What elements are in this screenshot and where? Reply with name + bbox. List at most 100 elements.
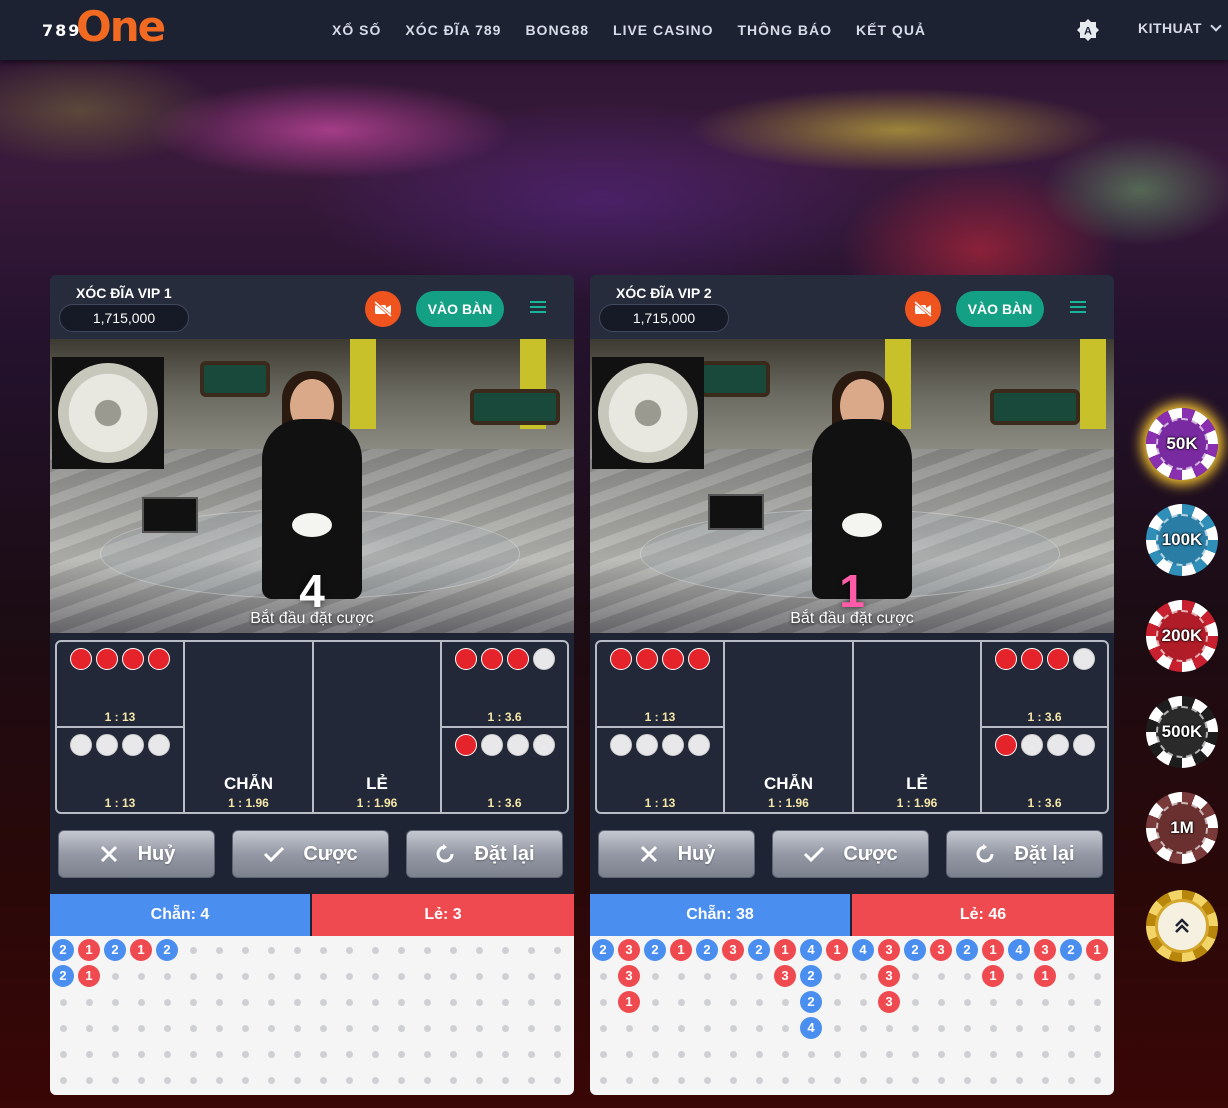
- live-video-stream: 1 Bắt đầu đặt cược: [590, 339, 1114, 633]
- cancel-button[interactable]: Huỷ: [58, 830, 215, 878]
- main-nav: XỔ SỐ XÓC ĐĨA 789 BONG88 LIVE CASINO THÔ…: [320, 0, 938, 60]
- road-empty-slot: [527, 1024, 535, 1032]
- bet-four-white[interactable]: 1 : 13: [597, 728, 725, 812]
- road-empty-slot: [267, 1076, 275, 1084]
- road-empty-slot: [989, 1050, 997, 1058]
- road-result-blue: 2: [904, 939, 926, 961]
- camera-toggle-button[interactable]: [905, 291, 941, 327]
- road-empty-slot: [215, 946, 223, 954]
- chip-value: 1M: [1156, 802, 1208, 854]
- road-empty-slot: [501, 1050, 509, 1058]
- road-result-red: 3: [878, 991, 900, 1013]
- place-bet-button[interactable]: Cược: [772, 830, 929, 878]
- road-empty-slot: [371, 1076, 379, 1084]
- road-empty-slot: [911, 972, 919, 980]
- nav-xo-so[interactable]: XỔ SỐ: [332, 22, 381, 38]
- scroll-top-button[interactable]: [1146, 890, 1218, 962]
- road-empty-slot: [137, 1076, 145, 1084]
- chip-50k[interactable]: 50K: [1146, 408, 1218, 480]
- road-empty-slot: [189, 1076, 197, 1084]
- road-empty-slot: [755, 1024, 763, 1032]
- road-empty-slot: [677, 972, 685, 980]
- road-empty-slot: [625, 1076, 633, 1084]
- road-empty-slot: [1015, 1024, 1023, 1032]
- logo-word: One: [76, 2, 166, 51]
- balance-display: 1,715,000: [599, 304, 729, 332]
- chip-1m[interactable]: 1M: [1146, 792, 1218, 864]
- road-empty-slot: [781, 1076, 789, 1084]
- logo[interactable]: 789 One: [40, 2, 170, 52]
- road-empty-slot: [677, 1076, 685, 1084]
- road-empty-slot: [85, 998, 93, 1006]
- road-empty-slot: [267, 972, 275, 980]
- bet-four-red[interactable]: 1 : 13: [597, 642, 725, 728]
- bet-three-white[interactable]: 1 : 3.6: [982, 728, 1107, 812]
- road-empty-slot: [1067, 998, 1075, 1006]
- road-result-red: 1: [982, 939, 1004, 961]
- road-empty-slot: [59, 1076, 67, 1084]
- bet-three-white[interactable]: 1 : 3.6: [442, 728, 567, 812]
- round-monitor: [142, 497, 198, 533]
- road-empty-slot: [885, 1076, 893, 1084]
- road-empty-slot: [1093, 972, 1101, 980]
- road-empty-slot: [859, 972, 867, 980]
- road-empty-slot: [345, 972, 353, 980]
- chip-200k[interactable]: 200K: [1146, 600, 1218, 672]
- road-empty-slot: [111, 1024, 119, 1032]
- road-empty-slot: [989, 1024, 997, 1032]
- road-empty-slot: [651, 1050, 659, 1058]
- bet-odd[interactable]: LẺ 1 : 1.96: [314, 642, 442, 812]
- language-icon[interactable]: A: [1076, 18, 1100, 42]
- road-empty-slot: [1041, 1050, 1049, 1058]
- bet-four-red[interactable]: 1 : 13: [57, 642, 185, 728]
- bet-three-red[interactable]: 1 : 3.6: [442, 642, 567, 728]
- cancel-button[interactable]: Huỷ: [598, 830, 755, 878]
- bet-three-red[interactable]: 1 : 3.6: [982, 642, 1107, 728]
- road-empty-slot: [501, 946, 509, 954]
- bet-even[interactable]: CHẴN 1 : 1.96: [185, 642, 314, 812]
- chip-100k[interactable]: 100K: [1146, 504, 1218, 576]
- menu-icon[interactable]: [1070, 301, 1086, 315]
- menu-icon[interactable]: [530, 301, 546, 315]
- road-empty-slot: [651, 1076, 659, 1084]
- road-result-red: 3: [618, 939, 640, 961]
- reset-button[interactable]: Đặt lại: [406, 830, 563, 878]
- bet-four-white[interactable]: 1 : 13: [57, 728, 185, 812]
- road-empty-slot: [111, 998, 119, 1006]
- enter-table-button[interactable]: VÀO BÀN: [416, 291, 504, 327]
- live-video-stream: 4 Bắt đầu đặt cược: [50, 339, 574, 633]
- enter-table-button[interactable]: VÀO BÀN: [956, 291, 1044, 327]
- road-empty-slot: [1015, 998, 1023, 1006]
- user-menu[interactable]: KITHUAT: [1138, 20, 1222, 36]
- bet-odd[interactable]: LẺ 1 : 1.96: [854, 642, 982, 812]
- yellow-pillar: [350, 339, 376, 429]
- bet-board: 1 : 13 1 : 13 CHẴN 1 : 1.96 LẺ 1 : 1.96 …: [55, 640, 569, 814]
- nav-bong88[interactable]: BONG88: [525, 22, 589, 38]
- road-empty-slot: [1041, 1024, 1049, 1032]
- road-empty-slot: [293, 998, 301, 1006]
- nav-thong-bao[interactable]: THÔNG BÁO: [737, 22, 832, 38]
- nav-live-casino[interactable]: LIVE CASINO: [613, 22, 713, 38]
- road-empty-slot: [1015, 1076, 1023, 1084]
- odd-count: Lẻ: 3: [312, 894, 574, 936]
- road-empty-slot: [937, 1076, 945, 1084]
- road-empty-slot: [729, 1024, 737, 1032]
- road-empty-slot: [215, 998, 223, 1006]
- road-empty-slot: [781, 998, 789, 1006]
- table-title: XÓC ĐĨA VIP 1: [76, 285, 172, 301]
- odds-label: 1 : 1.96: [356, 796, 398, 810]
- road-empty-slot: [111, 1076, 119, 1084]
- place-bet-button[interactable]: Cược: [232, 830, 389, 878]
- chip-500k[interactable]: 500K: [1146, 696, 1218, 768]
- nav-ket-qua[interactable]: KẾT QUẢ: [856, 22, 926, 38]
- road-empty-slot: [1067, 1050, 1075, 1058]
- chip-value: 500K: [1156, 706, 1208, 758]
- reset-button[interactable]: Đặt lại: [946, 830, 1103, 878]
- road-empty-slot: [599, 1024, 607, 1032]
- top-header: 789 One XỔ SỐ XÓC ĐĨA 789 BONG88 LIVE CA…: [0, 0, 1228, 60]
- camera-toggle-button[interactable]: [365, 291, 401, 327]
- nav-xoc-dia-789[interactable]: XÓC ĐĨA 789: [405, 22, 501, 38]
- road-empty-slot: [755, 972, 763, 980]
- bet-even[interactable]: CHẴN 1 : 1.96: [725, 642, 854, 812]
- road-empty-slot: [527, 998, 535, 1006]
